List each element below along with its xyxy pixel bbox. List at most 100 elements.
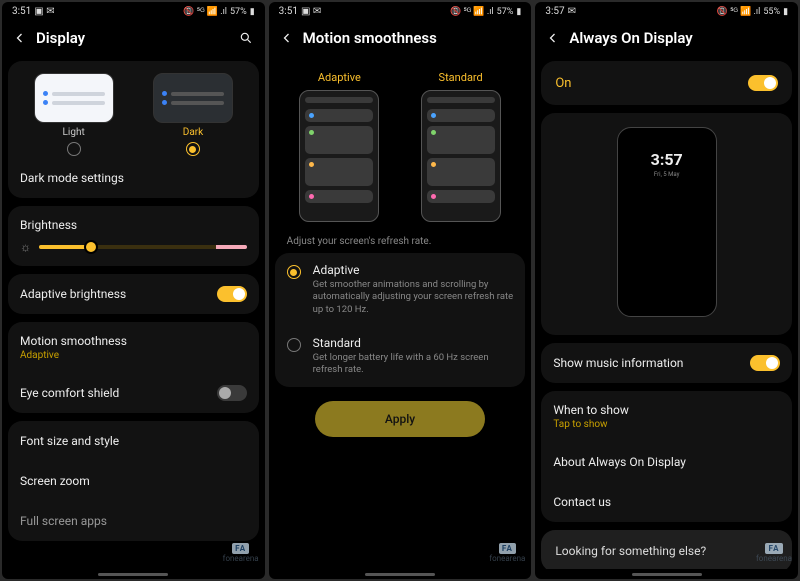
- when-to-show-label: When to show: [553, 403, 629, 417]
- brightness-slider-thumb[interactable]: [84, 240, 98, 254]
- theme-dark-label: Dark: [183, 127, 203, 138]
- option-standard-title: Standard: [313, 336, 514, 350]
- aod-master-toggle-card[interactable]: On: [541, 61, 792, 105]
- status-signal-icons: 📵 ⁵ᴳ 📶 .ıl: [183, 6, 227, 17]
- option-adaptive[interactable]: Adaptive Get smoother animations and scr…: [283, 253, 518, 326]
- status-bar: 3:57 ✉ 📵 ⁵ᴳ 📶 .ıl 55% ▮: [535, 2, 798, 19]
- status-battery: 57%: [497, 7, 514, 17]
- status-time: 3:51: [279, 6, 298, 17]
- looking-for-label: Looking for something else?: [555, 544, 706, 558]
- aod-on-toggle[interactable]: [748, 75, 778, 91]
- brightness-slider[interactable]: [39, 245, 247, 249]
- nav-bar-indicator[interactable]: [632, 573, 702, 576]
- status-left-icons: ▣ ✉: [301, 6, 321, 17]
- motion-smoothness-row[interactable]: Motion smoothness Adaptive: [8, 322, 259, 373]
- preview-standard: Standard: [421, 71, 501, 222]
- refresh-options-card: Adaptive Get smoother animations and scr…: [275, 253, 526, 387]
- font-size-row[interactable]: Font size and style: [8, 421, 259, 461]
- preview-standard-phone: [421, 90, 501, 222]
- option-adaptive-sub: Get smoother animations and scrolling by…: [313, 279, 514, 316]
- preview-adaptive-phone: [299, 90, 379, 222]
- eye-comfort-label: Eye comfort shield: [20, 386, 119, 400]
- screen-zoom-row[interactable]: Screen zoom: [8, 461, 259, 501]
- status-battery: 55%: [763, 7, 780, 17]
- aod-preview-time: 3:57: [651, 150, 683, 169]
- full-screen-apps-label: Full screen apps: [20, 514, 107, 528]
- contact-us-row[interactable]: Contact us: [541, 482, 792, 522]
- status-bar: 3:51 ▣ ✉ 📵 ⁵ᴳ 📶 .ıl 57% ▮: [269, 2, 532, 19]
- apply-button[interactable]: Apply: [315, 401, 485, 437]
- adaptive-brightness-toggle[interactable]: [217, 286, 247, 302]
- dark-mode-settings-row[interactable]: Dark mode settings: [8, 158, 259, 198]
- motion-smoothness-label: Motion smoothness: [20, 334, 127, 348]
- option-standard-sub: Get longer battery life with a 60 Hz scr…: [313, 352, 514, 377]
- aod-preview-phone: 3:57 Fri, 5 May: [617, 127, 717, 317]
- watermark: FA fonearena: [489, 543, 525, 563]
- option-standard-radio[interactable]: [287, 338, 301, 352]
- nav-bar-indicator[interactable]: [365, 573, 435, 576]
- theme-dark-preview: [153, 73, 233, 123]
- search-icon[interactable]: [239, 31, 253, 45]
- back-icon[interactable]: [14, 32, 26, 44]
- adaptive-brightness-row[interactable]: Adaptive brightness: [8, 274, 259, 314]
- dark-mode-settings-label: Dark mode settings: [20, 171, 124, 185]
- option-adaptive-title: Adaptive: [313, 263, 514, 277]
- brightness-label: Brightness: [20, 218, 247, 232]
- preview-standard-label: Standard: [439, 71, 483, 84]
- aod-preview-card[interactable]: 3:57 Fri, 5 May: [541, 113, 792, 335]
- battery-icon: ▮: [783, 7, 788, 17]
- about-aod-row[interactable]: About Always On Display: [541, 442, 792, 482]
- back-icon[interactable]: [547, 32, 559, 44]
- eye-comfort-toggle[interactable]: [217, 385, 247, 401]
- header: Always On Display: [535, 19, 798, 61]
- aod-preview-date: Fri, 5 May: [654, 171, 680, 178]
- screen-motion-smoothness: 3:51 ▣ ✉ 📵 ⁵ᴳ 📶 .ıl 57% ▮ Motion smoothn…: [269, 2, 532, 579]
- theme-light-preview: [34, 73, 114, 123]
- motion-smoothness-value: Adaptive: [20, 350, 59, 361]
- font-zoom-card: Font size and style Screen zoom Full scr…: [8, 421, 259, 541]
- theme-light-option[interactable]: Light: [34, 73, 114, 156]
- watermark: FA fonearena: [223, 543, 259, 563]
- nav-bar-indicator[interactable]: [98, 573, 168, 576]
- refresh-preview-card: Adaptive Standard: [275, 61, 526, 253]
- screen-always-on-display: 3:57 ✉ 📵 ⁵ᴳ 📶 .ıl 55% ▮ Always On Displa…: [535, 2, 798, 579]
- brightness-card: Brightness ☼: [8, 206, 259, 266]
- when-to-show-value: Tap to show: [553, 419, 607, 430]
- status-left-icons: ▣ ✉: [34, 6, 54, 17]
- preview-adaptive: Adaptive: [299, 71, 379, 222]
- theme-light-radio[interactable]: [67, 142, 81, 156]
- option-adaptive-radio[interactable]: [287, 265, 301, 279]
- status-left-icons: ✉: [568, 6, 576, 17]
- refresh-rate-description: Adjust your screen's refresh rate.: [275, 226, 526, 253]
- theme-card: Light Dark Dark mode settings: [8, 61, 259, 198]
- status-signal-icons: 📵 ⁵ᴳ 📶 .ıl: [717, 6, 761, 17]
- sun-icon: ☼: [20, 240, 31, 254]
- aod-options-card: Show music information: [541, 343, 792, 383]
- full-screen-apps-row[interactable]: Full screen apps: [8, 501, 259, 541]
- screen-zoom-label: Screen zoom: [20, 474, 90, 488]
- status-signal-icons: 📵 ⁵ᴳ 📶 .ıl: [450, 6, 494, 17]
- battery-icon: ▮: [516, 7, 521, 17]
- back-icon[interactable]: [281, 32, 293, 44]
- battery-icon: ▮: [250, 7, 255, 17]
- motion-eye-card: Motion smoothness Adaptive Eye comfort s…: [8, 322, 259, 413]
- adaptive-brightness-card: Adaptive brightness: [8, 274, 259, 314]
- show-music-row[interactable]: Show music information: [541, 343, 792, 383]
- font-size-label: Font size and style: [20, 434, 119, 448]
- adaptive-brightness-label: Adaptive brightness: [20, 287, 126, 301]
- theme-dark-radio[interactable]: [186, 142, 200, 156]
- theme-light-label: Light: [63, 127, 85, 138]
- looking-for-card[interactable]: Looking for something else?: [541, 530, 792, 569]
- status-battery: 57%: [230, 7, 247, 17]
- theme-dark-option[interactable]: Dark: [153, 73, 233, 156]
- show-music-toggle[interactable]: [750, 355, 780, 371]
- header: Display: [2, 19, 265, 61]
- status-time: 3:51: [12, 6, 31, 17]
- aod-on-label: On: [555, 76, 571, 91]
- apply-button-label: Apply: [385, 412, 415, 426]
- option-standard[interactable]: Standard Get longer battery life with a …: [283, 326, 518, 387]
- eye-comfort-row[interactable]: Eye comfort shield: [8, 373, 259, 413]
- show-music-label: Show music information: [553, 356, 683, 370]
- when-to-show-row[interactable]: When to show Tap to show: [541, 391, 792, 442]
- status-bar: 3:51 ▣ ✉ 📵 ⁵ᴳ 📶 .ıl 57% ▮: [2, 2, 265, 19]
